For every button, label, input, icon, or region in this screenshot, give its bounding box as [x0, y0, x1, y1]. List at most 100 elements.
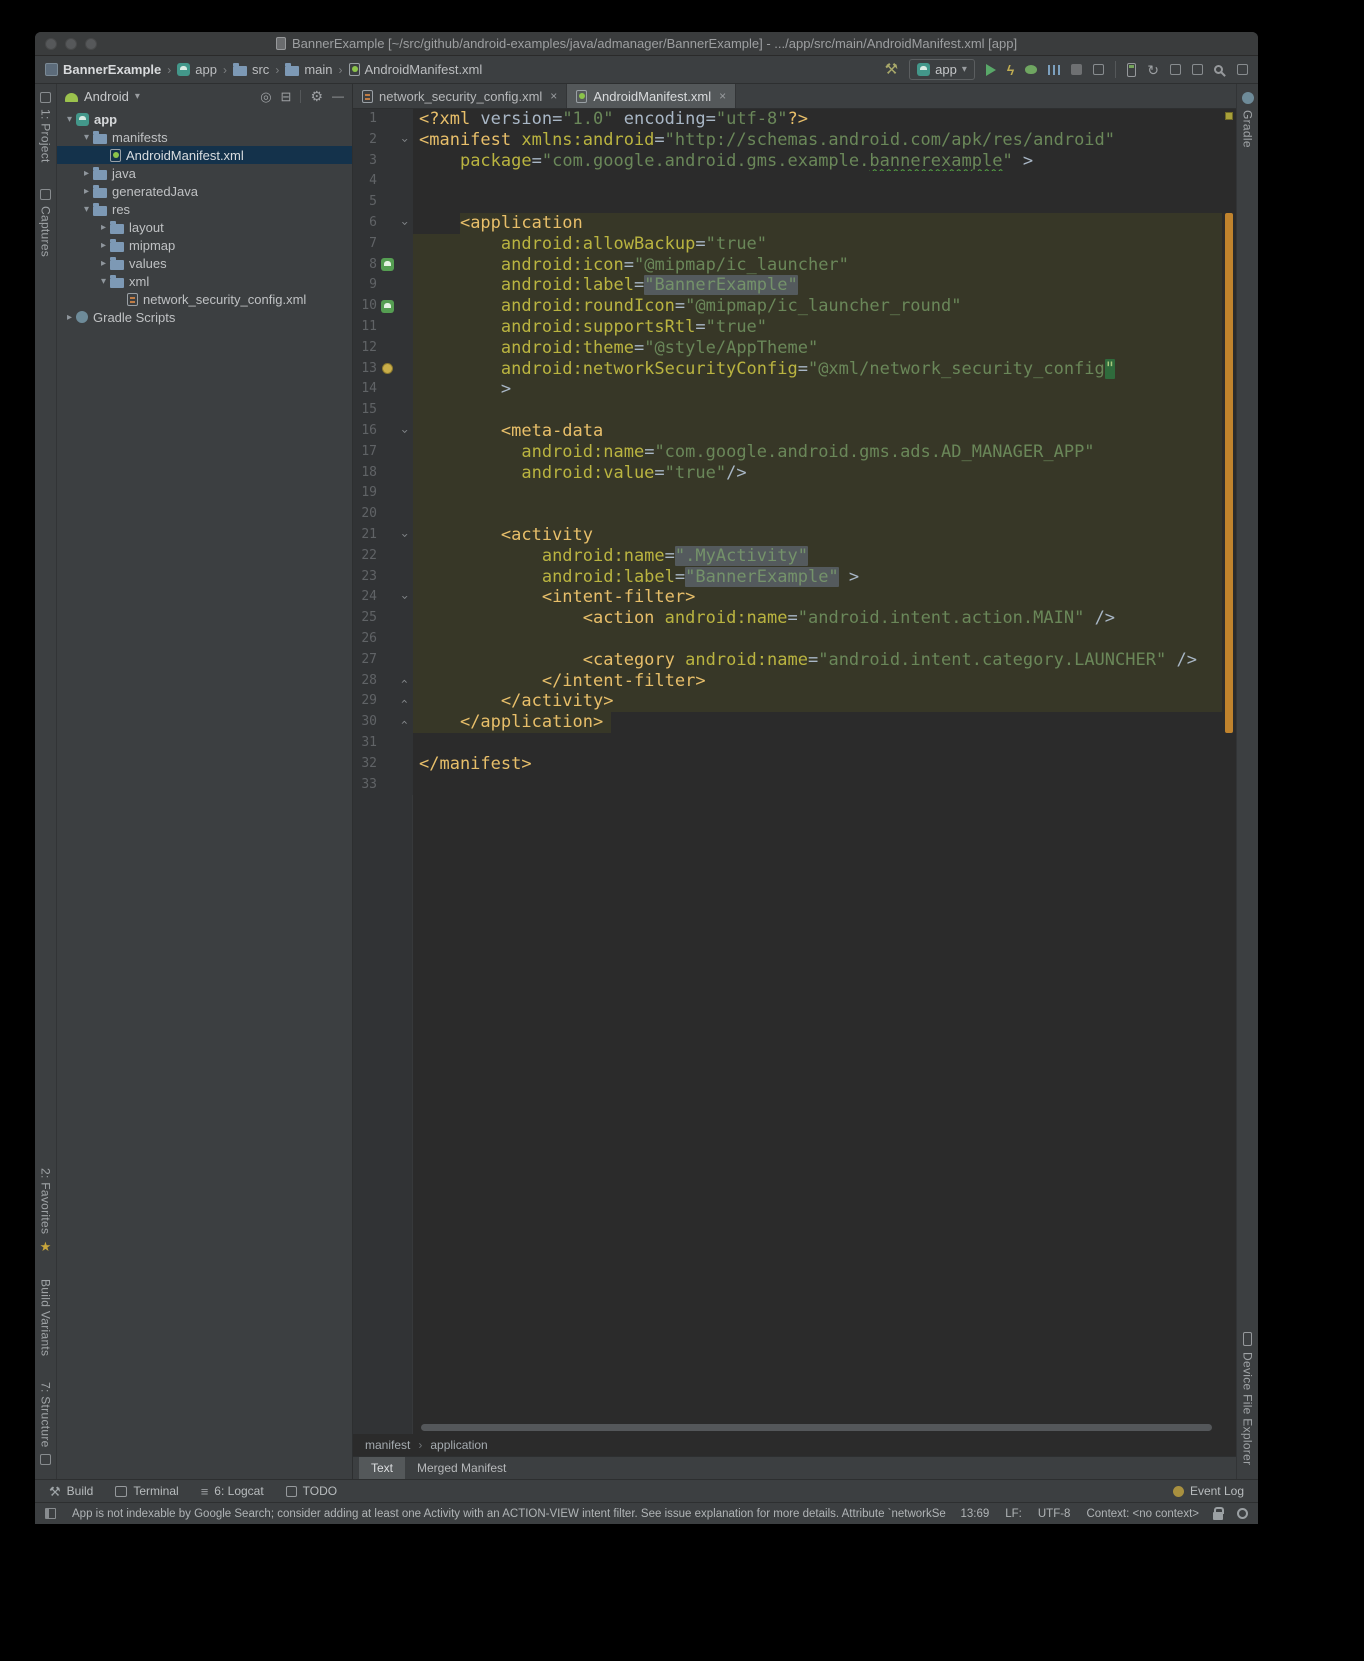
fold-marker-icon[interactable]: ›: [394, 533, 415, 538]
warnings-indicator-icon[interactable]: [1225, 112, 1233, 120]
code-line-3[interactable]: 3 package="com.google.android.gms.exampl…: [353, 151, 1222, 172]
chevron-right-icon[interactable]: ▸: [97, 258, 110, 269]
code-line-19[interactable]: 19: [353, 483, 1222, 504]
tree-item-mipmap[interactable]: ▸mipmap: [57, 236, 352, 254]
code-line-9[interactable]: 9 android:label="BannerExample": [353, 275, 1222, 296]
mip[interactable]: [381, 300, 394, 313]
profiler-icon[interactable]: [1048, 65, 1060, 75]
fold-marker-icon[interactable]: ›: [394, 679, 415, 684]
code-editor[interactable]: 1<?xml version="1.0" encoding="utf-8"?>2…: [353, 109, 1222, 795]
chevron-down-icon[interactable]: ▾: [80, 132, 93, 143]
tool-button-build-variants[interactable]: Build Variants: [39, 1279, 53, 1356]
chevron-right-icon[interactable]: ▸: [97, 240, 110, 251]
debug-icon[interactable]: [1025, 65, 1037, 74]
breadcrumb-manifest[interactable]: manifest: [365, 1438, 410, 1452]
breadcrumb-app[interactable]: app: [177, 62, 217, 77]
selection-range-marker[interactable]: [1225, 213, 1233, 733]
code-line-21[interactable]: 21› <activity: [353, 525, 1222, 546]
zoom-window-button[interactable]: [85, 38, 97, 50]
code-line-31[interactable]: 31: [353, 733, 1222, 754]
code-line-1[interactable]: 1<?xml version="1.0" encoding="utf-8"?>: [353, 109, 1222, 130]
close-window-button[interactable]: [45, 38, 57, 50]
tool-button-device-file-explorer[interactable]: Device File Explorer: [1241, 1332, 1255, 1465]
close-tab-icon[interactable]: ×: [719, 89, 726, 103]
code-line-32[interactable]: 32</manifest>: [353, 754, 1222, 775]
tree-item-res[interactable]: ▾res: [57, 200, 352, 218]
code-line-20[interactable]: 20: [353, 504, 1222, 525]
status-context-indicator[interactable]: Context: <no context>: [1086, 1508, 1199, 1520]
fold-marker-icon[interactable]: ›: [394, 221, 415, 226]
run-configuration-select[interactable]: app▾: [909, 59, 975, 80]
chevron-right-icon[interactable]: ▸: [63, 312, 76, 323]
read-only-lock-icon[interactable]: [1213, 1512, 1223, 1520]
project-structure-icon[interactable]: [1237, 64, 1248, 75]
fold-marker-icon[interactable]: ›: [394, 699, 415, 704]
tree-item-androidmanifest-xml[interactable]: AndroidManifest.xml: [57, 146, 352, 164]
fold-marker-icon[interactable]: ›: [394, 720, 415, 725]
gradle-sync-icon[interactable]: ↻: [1147, 63, 1159, 77]
locate-icon[interactable]: ◎: [260, 90, 271, 103]
tool-button-2-favorites[interactable]: 2: Favorites★: [39, 1168, 53, 1253]
tree-item-java[interactable]: ▸java: [57, 164, 352, 182]
code-line-8[interactable]: 8 android:icon="@mipmap/ic_launcher": [353, 255, 1222, 276]
tool-button-1-project[interactable]: 1: Project: [39, 92, 53, 163]
chevron-down-icon[interactable]: ▾: [63, 114, 76, 125]
view-tab-text[interactable]: Text: [359, 1457, 405, 1479]
chevron-right-icon[interactable]: ▸: [80, 186, 93, 197]
tool-button-6-logcat[interactable]: ≡6: Logcat: [201, 1484, 264, 1498]
minimize-window-button[interactable]: [65, 38, 77, 50]
breadcrumb-main[interactable]: main: [285, 62, 332, 77]
tree-item-generatedjava[interactable]: ▸generatedJava: [57, 182, 352, 200]
code-line-24[interactable]: 24› <intent-filter>: [353, 587, 1222, 608]
code-line-17[interactable]: 17 android:name="com.google.android.gms.…: [353, 442, 1222, 463]
code-line-14[interactable]: 14 >: [353, 379, 1222, 400]
run-icon[interactable]: [986, 64, 996, 76]
settings-gear-icon[interactable]: ⚙: [310, 89, 323, 103]
view-tab-merged-manifest[interactable]: Merged Manifest: [405, 1457, 518, 1479]
code-line-6[interactable]: 6› <application: [353, 213, 1222, 234]
code-line-13[interactable]: 13 android:networkSecurityConfig="@xml/n…: [353, 359, 1222, 380]
fold-marker-icon[interactable]: ›: [394, 429, 415, 434]
code-line-5[interactable]: 5: [353, 192, 1222, 213]
sdk-manager-icon[interactable]: [1170, 64, 1181, 75]
fold-marker-icon[interactable]: ›: [394, 138, 415, 143]
editor-tab-androidmanifest-xml[interactable]: AndroidManifest.xml×: [567, 84, 736, 108]
tree-item-network-security-config-xml[interactable]: network_security_config.xml: [57, 290, 352, 308]
highlighting-level-icon[interactable]: [1237, 1508, 1248, 1519]
chevron-down-icon[interactable]: ▾: [97, 276, 110, 287]
code-line-26[interactable]: 26: [353, 629, 1222, 650]
code-line-23[interactable]: 23 android:label="BannerExample" >: [353, 567, 1222, 588]
hide-panel-icon[interactable]: —: [332, 90, 344, 102]
build-hammer-icon[interactable]: ⚒: [885, 62, 898, 77]
tree-item-app[interactable]: ▾app: [57, 110, 352, 128]
tool-button-event-log[interactable]: Event Log: [1173, 1484, 1244, 1498]
apply-changes-icon[interactable]: ϟ: [1007, 63, 1014, 77]
code-line-33[interactable]: 33: [353, 775, 1222, 796]
breadcrumb-application[interactable]: application: [430, 1438, 487, 1452]
status-file-encoding[interactable]: UTF-8: [1038, 1508, 1071, 1520]
tool-button-captures[interactable]: Captures: [39, 189, 53, 257]
tool-button-terminal[interactable]: Terminal: [115, 1484, 178, 1498]
layout-inspector-icon[interactable]: [1192, 64, 1203, 75]
code-line-12[interactable]: 12 android:theme="@style/AppTheme": [353, 338, 1222, 359]
code-line-4[interactable]: 4: [353, 171, 1222, 192]
tree-item-gradle-scripts[interactable]: ▸Gradle Scripts: [57, 308, 352, 326]
editor-tab-network-security-config-xml[interactable]: network_security_config.xml×: [353, 84, 567, 108]
tool-button-build[interactable]: ⚒Build: [49, 1484, 93, 1498]
code-line-16[interactable]: 16› <meta-data: [353, 421, 1222, 442]
avd-manager-icon[interactable]: [1127, 63, 1136, 77]
code-line-27[interactable]: 27 <category android:name="android.inten…: [353, 650, 1222, 671]
project-view-selector[interactable]: Android: [84, 89, 129, 104]
titlebar[interactable]: BannerExample [~/src/github/android-exam…: [35, 32, 1258, 56]
code-line-15[interactable]: 15: [353, 400, 1222, 421]
fold-marker-icon[interactable]: ›: [394, 595, 415, 600]
mip[interactable]: [381, 258, 394, 271]
code-line-2[interactable]: 2›<manifest xmlns:android="http://schema…: [353, 130, 1222, 151]
attach-debugger-icon[interactable]: [1093, 64, 1104, 75]
tool-window-switcher-icon[interactable]: [45, 1508, 56, 1519]
status-line-separator[interactable]: LF:: [1005, 1508, 1022, 1520]
tree-item-values[interactable]: ▸values: [57, 254, 352, 272]
tree-item-xml[interactable]: ▾xml: [57, 272, 352, 290]
code-line-7[interactable]: 7 android:allowBackup="true": [353, 234, 1222, 255]
breadcrumb-src[interactable]: src: [233, 62, 269, 77]
